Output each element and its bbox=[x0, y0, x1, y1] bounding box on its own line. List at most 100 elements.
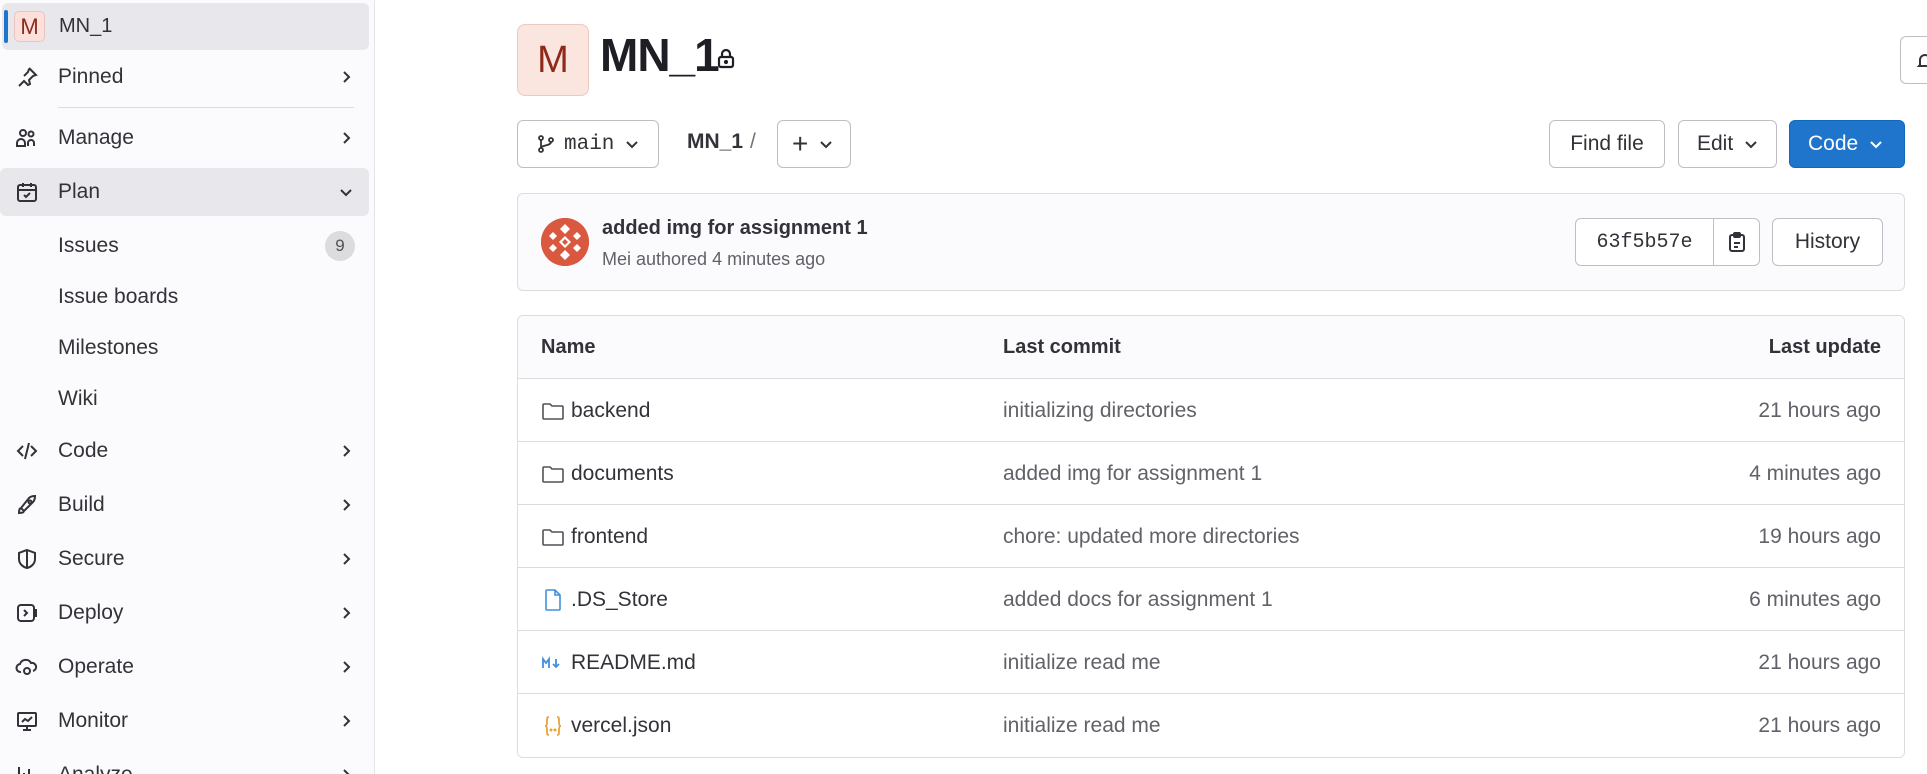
history-button[interactable]: History bbox=[1772, 218, 1883, 266]
column-header-last-update: Last update bbox=[1768, 336, 1881, 358]
sidebar-item-analyze[interactable]: Analyze bbox=[0, 751, 369, 774]
last-commit-panel: added img for assignment 1 Mei authored … bbox=[517, 193, 1905, 291]
find-file-button[interactable]: Find file bbox=[1549, 120, 1665, 168]
page-title: MN_1 bbox=[600, 29, 720, 81]
active-indicator bbox=[4, 10, 8, 43]
file-last-update: 21 hours ago bbox=[1758, 714, 1881, 737]
table-header: Name Last commit Last update bbox=[518, 316, 1904, 379]
file-last-update: 21 hours ago bbox=[1758, 651, 1881, 674]
sidebar-item-label: Build bbox=[58, 493, 105, 516]
file-name[interactable]: frontend bbox=[571, 525, 648, 549]
file-name[interactable]: documents bbox=[571, 462, 674, 486]
file-name[interactable]: .DS_Store bbox=[571, 588, 668, 612]
branch-icon bbox=[538, 135, 554, 153]
sidebar-item-label: Code bbox=[58, 439, 109, 462]
markdown-icon bbox=[542, 656, 560, 669]
file-last-commit[interactable]: added docs for assignment 1 bbox=[1003, 588, 1273, 612]
chart-icon bbox=[14, 762, 40, 774]
file-name[interactable]: README.md bbox=[571, 651, 696, 675]
plus-icon: + bbox=[792, 128, 809, 159]
commit-sha-group: 63f5b57e bbox=[1575, 218, 1760, 266]
sidebar-subitem-issue-boards[interactable]: Issue boards bbox=[0, 273, 369, 321]
sidebar-item-label: Monitor bbox=[58, 709, 129, 732]
breadcrumb[interactable]: MN_1 bbox=[687, 130, 743, 154]
file-last-commit[interactable]: initialize read me bbox=[1003, 714, 1161, 738]
chevron-right-icon bbox=[343, 769, 350, 774]
folder-icon bbox=[542, 529, 564, 546]
code-icon bbox=[14, 438, 40, 464]
table-row[interactable]: vercel.json initialize read me 21 hours … bbox=[518, 694, 1904, 757]
sidebar-item-build[interactable]: Build bbox=[0, 481, 369, 529]
json-icon bbox=[544, 716, 562, 736]
table-row[interactable]: .DS_Store added docs for assignment 1 6 … bbox=[518, 568, 1904, 631]
file-last-commit[interactable]: added img for assignment 1 bbox=[1003, 462, 1262, 486]
branch-selector[interactable]: main bbox=[517, 120, 659, 168]
code-button[interactable]: Code bbox=[1789, 120, 1905, 168]
sidebar-item-manage[interactable]: Manage bbox=[0, 114, 369, 162]
commit-sha[interactable]: 63f5b57e bbox=[1576, 219, 1714, 265]
chevron-right-icon bbox=[343, 715, 351, 727]
file-name[interactable]: backend bbox=[571, 399, 650, 423]
table-row[interactable]: backend initializing directories 21 hour… bbox=[518, 379, 1904, 442]
sidebar-item-monitor[interactable]: Monitor bbox=[0, 697, 369, 745]
sidebar-item-secure[interactable]: Secure bbox=[0, 535, 369, 583]
sidebar-item-deploy[interactable]: Deploy bbox=[0, 589, 369, 637]
commit-title[interactable]: added img for assignment 1 bbox=[602, 217, 868, 240]
monitor-icon bbox=[14, 708, 40, 734]
sidebar-project-item[interactable]: M MN_1 bbox=[2, 3, 369, 50]
divider bbox=[58, 107, 354, 108]
branch-name: main bbox=[564, 132, 615, 156]
column-header-name: Name bbox=[541, 336, 596, 358]
file-table: Name Last commit Last update backend ini… bbox=[517, 315, 1905, 758]
sidebar-item-label: Wiki bbox=[58, 387, 98, 410]
file-last-update: 21 hours ago bbox=[1758, 399, 1881, 422]
users-icon bbox=[14, 125, 40, 151]
table-row[interactable]: frontend chore: updated more directories… bbox=[518, 505, 1904, 568]
chevron-right-icon bbox=[343, 553, 351, 565]
sidebar-item-label: Pinned bbox=[58, 65, 124, 88]
file-last-commit[interactable]: initializing directories bbox=[1003, 399, 1197, 423]
table-row[interactable]: documents added img for assignment 1 4 m… bbox=[518, 442, 1904, 505]
sidebar-item-label: Analyze bbox=[58, 763, 133, 774]
file-last-commit[interactable]: initialize read me bbox=[1003, 651, 1161, 675]
sidebar-item-operate[interactable]: Operate bbox=[0, 643, 369, 691]
column-header-last-commit: Last commit bbox=[1003, 336, 1121, 358]
sidebar-project-name: MN_1 bbox=[59, 15, 113, 37]
code-label: Code bbox=[1808, 132, 1859, 155]
chevron-right-icon bbox=[343, 71, 351, 83]
sidebar-item-code[interactable]: Code bbox=[0, 427, 369, 475]
clipboard-icon bbox=[1728, 232, 1745, 252]
notification-button[interactable] bbox=[1900, 36, 1927, 84]
cloud-gear-icon bbox=[14, 654, 40, 680]
sidebar-item-pinned[interactable]: Pinned bbox=[0, 53, 369, 101]
add-menu-button[interactable]: + bbox=[777, 120, 851, 168]
pin-icon bbox=[14, 64, 40, 90]
file-last-update: 19 hours ago bbox=[1758, 525, 1881, 548]
planning-icon bbox=[14, 179, 40, 205]
main-content: M MN_1 main MN_1 / + Find file Edit Code bbox=[376, 0, 1927, 774]
sidebar-item-label: Deploy bbox=[58, 601, 124, 624]
sidebar-subitem-issues[interactable]: Issues 9 bbox=[0, 222, 369, 270]
table-row[interactable]: README.md initialize read me 21 hours ag… bbox=[518, 631, 1904, 694]
breadcrumb-separator: / bbox=[750, 130, 756, 153]
sidebar-subitem-wiki[interactable]: Wiki bbox=[0, 375, 369, 423]
edit-button[interactable]: Edit bbox=[1678, 120, 1777, 168]
sidebar-subitem-milestones[interactable]: Milestones bbox=[0, 324, 369, 372]
copy-sha-button[interactable] bbox=[1714, 219, 1759, 265]
file-icon bbox=[545, 589, 561, 611]
sidebar-item-label: Milestones bbox=[58, 336, 159, 359]
chevron-down-icon bbox=[1870, 141, 1882, 149]
file-name[interactable]: vercel.json bbox=[571, 714, 671, 738]
sidebar-item-plan[interactable]: Plan bbox=[0, 168, 369, 216]
commit-meta: Mei authored 4 minutes ago bbox=[602, 249, 826, 269]
file-last-commit[interactable]: chore: updated more directories bbox=[1003, 525, 1300, 549]
issues-count-badge: 9 bbox=[325, 231, 355, 261]
author-avatar[interactable] bbox=[541, 218, 589, 266]
project-avatar: M bbox=[517, 24, 589, 96]
chevron-down-icon bbox=[820, 141, 833, 149]
chevron-right-icon bbox=[343, 445, 351, 457]
chevron-right-icon bbox=[343, 132, 351, 144]
edit-label: Edit bbox=[1697, 132, 1734, 155]
sidebar-item-label: Operate bbox=[58, 655, 134, 678]
sidebar-item-label: Manage bbox=[58, 126, 134, 149]
